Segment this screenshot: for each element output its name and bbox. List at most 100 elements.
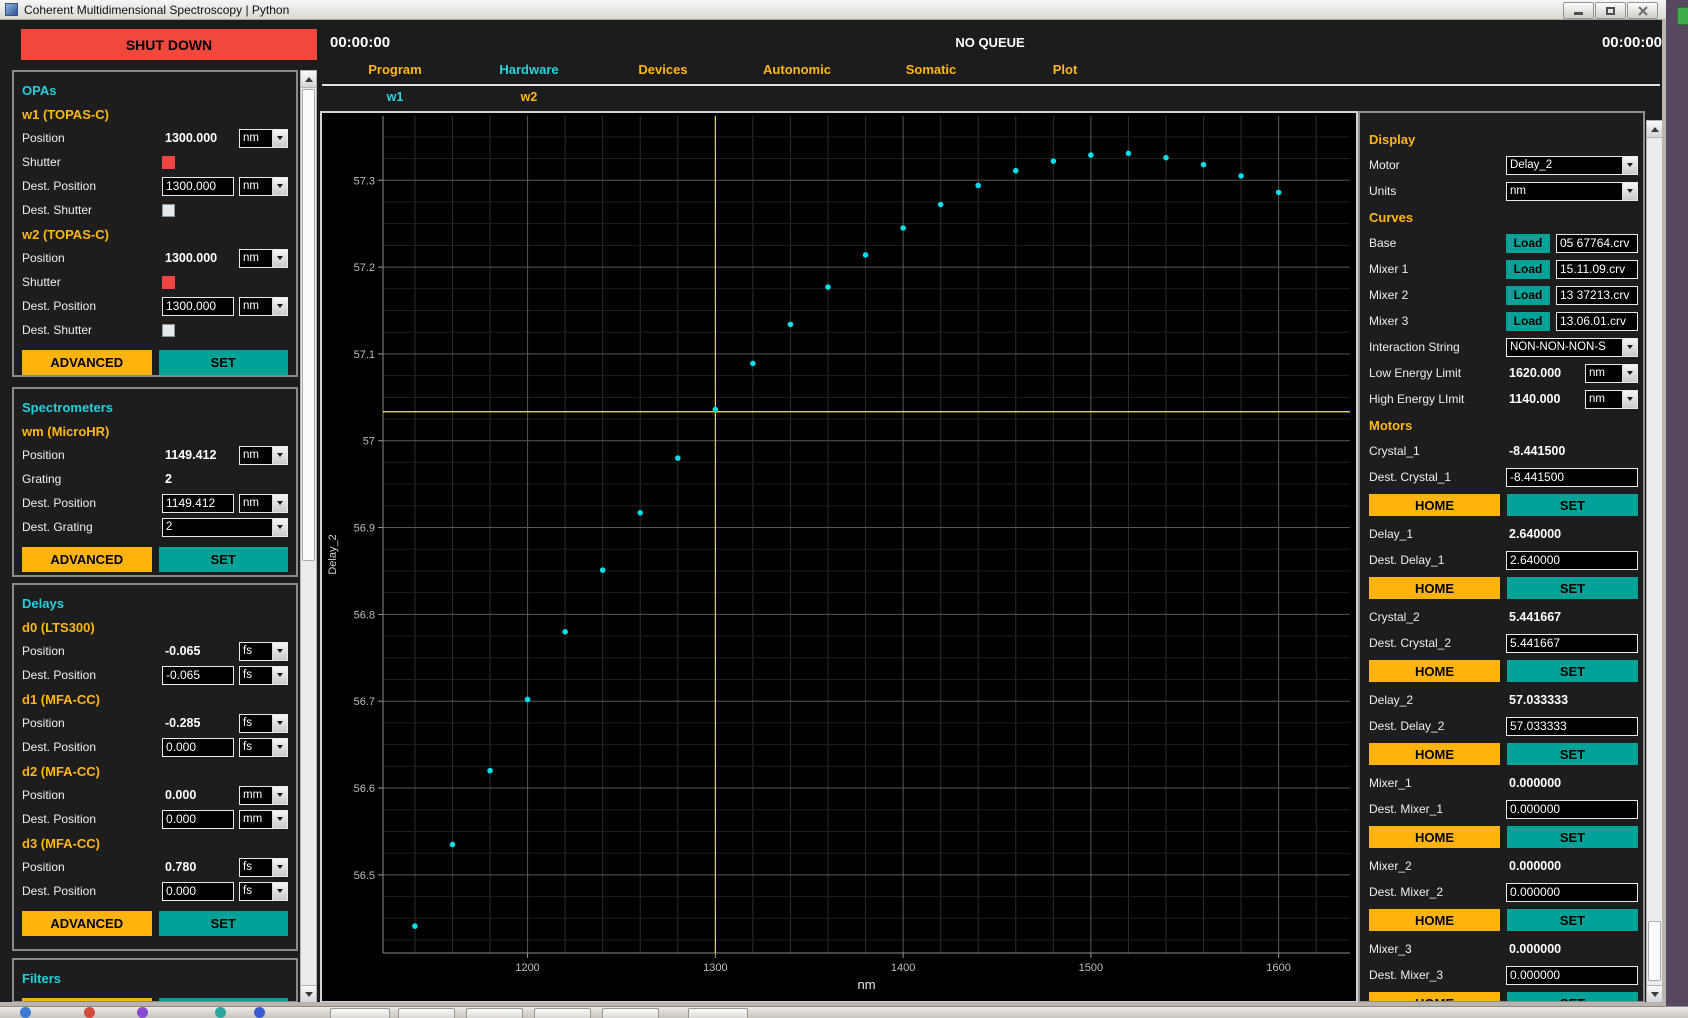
dest-shutter-checkbox[interactable] — [162, 324, 175, 337]
tab-hardware[interactable]: Hardware — [462, 62, 596, 82]
chevron-down-icon[interactable] — [272, 811, 287, 828]
dest-crystal-2-input[interactable]: 5.441667 — [1506, 634, 1638, 653]
set-button[interactable]: SET — [1507, 494, 1638, 516]
unit-select[interactable]: nm — [239, 249, 288, 268]
subtab-w2[interactable]: w2 — [462, 90, 596, 108]
load-button[interactable]: Load — [1506, 234, 1550, 253]
set-button[interactable]: SET — [159, 547, 289, 572]
scroll-up-icon[interactable] — [301, 71, 316, 88]
tab-program[interactable]: Program — [328, 62, 462, 82]
set-button[interactable]: SET — [1507, 743, 1638, 765]
unit-select[interactable]: nm — [239, 129, 288, 148]
taskbar-window-button[interactable] — [688, 1008, 748, 1018]
home-button[interactable]: HOME — [1369, 494, 1500, 516]
unit-select[interactable]: mm — [239, 810, 288, 829]
mixer-2-curve-path[interactable]: 13 37213.crv — [1556, 286, 1638, 305]
minimize-button[interactable] — [1563, 2, 1594, 19]
chevron-down-icon[interactable] — [272, 739, 287, 756]
chevron-down-icon[interactable] — [272, 883, 287, 900]
taskbar-icon[interactable] — [254, 1007, 265, 1018]
dest-position-input[interactable]: -0.065 — [162, 666, 234, 685]
scrollbar-thumb[interactable] — [302, 89, 315, 561]
taskbar-window-button[interactable] — [330, 1008, 390, 1018]
dest-crystal-1-input[interactable]: -8.441500 — [1506, 468, 1638, 487]
left-panel-scrollbar[interactable] — [300, 70, 317, 1003]
chevron-down-icon[interactable] — [272, 495, 287, 512]
unit-select[interactable]: fs — [239, 642, 288, 661]
dropdown-select[interactable]: nm — [1506, 182, 1638, 201]
advanced-button[interactable]: ADVANCED — [22, 911, 152, 936]
tab-plot[interactable]: Plot — [998, 62, 1132, 82]
dest-position-input[interactable]: 1300.000 — [162, 177, 234, 196]
unit-select[interactable]: nm — [239, 177, 288, 196]
chevron-down-icon[interactable] — [272, 667, 287, 684]
dropdown-select[interactable]: 2 — [162, 518, 288, 537]
chevron-down-icon[interactable] — [1622, 391, 1637, 408]
home-button[interactable]: HOME — [1369, 909, 1500, 931]
maximize-button[interactable] — [1595, 2, 1626, 19]
taskbar-icon[interactable] — [20, 1007, 31, 1018]
unit-select[interactable]: fs — [239, 738, 288, 757]
unit-select[interactable]: fs — [239, 666, 288, 685]
mixer-1-curve-path[interactable]: 15.11.09.crv — [1556, 260, 1638, 279]
set-button[interactable]: SET — [159, 911, 289, 936]
dest-position-input[interactable]: 1300.000 — [162, 297, 234, 316]
dest-mixer-1-input[interactable]: 0.000000 — [1506, 800, 1638, 819]
load-button[interactable]: Load — [1506, 312, 1550, 331]
taskbar-icon[interactable] — [137, 1007, 148, 1018]
chevron-down-icon[interactable] — [272, 519, 287, 536]
scroll-down-icon[interactable] — [1647, 985, 1662, 1002]
dropdown-select[interactable]: Delay_2 — [1506, 156, 1638, 175]
shutdown-button[interactable]: SHUT DOWN — [21, 29, 317, 60]
chevron-down-icon[interactable] — [1622, 365, 1637, 382]
unit-select[interactable]: mm — [239, 786, 288, 805]
taskbar-window-button[interactable] — [466, 1008, 523, 1018]
taskbar-window-button[interactable] — [398, 1008, 455, 1018]
tab-somatic[interactable]: Somatic — [864, 62, 998, 82]
base-curve-path[interactable]: 05 67764.crv — [1556, 234, 1638, 253]
right-panel-scrollbar[interactable] — [1646, 120, 1663, 1003]
dest-mixer-3-input[interactable]: 0.000000 — [1506, 966, 1638, 985]
set-button[interactable]: SET — [1507, 826, 1638, 848]
dest-mixer-2-input[interactable]: 0.000000 — [1506, 883, 1638, 902]
chevron-down-icon[interactable] — [1622, 157, 1637, 174]
chevron-down-icon[interactable] — [272, 643, 287, 660]
chevron-down-icon[interactable] — [272, 787, 287, 804]
unit-select[interactable]: fs — [239, 858, 288, 877]
unit-select[interactable]: nm — [239, 494, 288, 513]
advanced-button[interactable]: ADVANCED — [22, 350, 152, 375]
set-button[interactable]: SET — [1507, 660, 1638, 682]
unit-select[interactable]: nm — [239, 297, 288, 316]
tab-devices[interactable]: Devices — [596, 62, 730, 82]
chevron-down-icon[interactable] — [272, 715, 287, 732]
dest-position-input[interactable]: 0.000 — [162, 810, 234, 829]
home-button[interactable]: HOME — [1369, 660, 1500, 682]
dest-delay-2-input[interactable]: 57.033333 — [1506, 717, 1638, 736]
chevron-down-icon[interactable] — [272, 447, 287, 464]
chevron-down-icon[interactable] — [272, 178, 287, 195]
chevron-down-icon[interactable] — [1622, 339, 1637, 356]
home-button[interactable]: HOME — [1369, 743, 1500, 765]
tab-autonomic[interactable]: Autonomic — [730, 62, 864, 82]
chevron-down-icon[interactable] — [272, 859, 287, 876]
subtab-w1[interactable]: w1 — [328, 90, 462, 108]
set-button[interactable]: SET — [159, 350, 289, 375]
dest-delay-1-input[interactable]: 2.640000 — [1506, 551, 1638, 570]
load-button[interactable]: Load — [1506, 286, 1550, 305]
motortune-scatter-chart[interactable]: 1200130014001500160056.556.656.756.856.9… — [322, 113, 1356, 1001]
taskbar-window-button[interactable] — [602, 1008, 659, 1018]
chevron-down-icon[interactable] — [272, 250, 287, 267]
set-button[interactable]: SET — [1507, 909, 1638, 931]
taskbar-icon[interactable] — [84, 1007, 95, 1018]
dest-position-input[interactable]: 0.000 — [162, 882, 234, 901]
unit-select[interactable]: nm — [1585, 390, 1638, 409]
mixer-3-curve-path[interactable]: 13.06.01.crv — [1556, 312, 1638, 331]
load-button[interactable]: Load — [1506, 260, 1550, 279]
home-button[interactable]: HOME — [1369, 577, 1500, 599]
scroll-down-icon[interactable] — [301, 985, 316, 1002]
taskbar-window-button[interactable] — [534, 1008, 591, 1018]
dropdown-select[interactable]: NON-NON-NON-S — [1506, 338, 1638, 357]
advanced-button[interactable]: ADVANCED — [22, 547, 152, 572]
unit-select[interactable]: fs — [239, 714, 288, 733]
scrollbar-thumb[interactable] — [1648, 921, 1661, 981]
